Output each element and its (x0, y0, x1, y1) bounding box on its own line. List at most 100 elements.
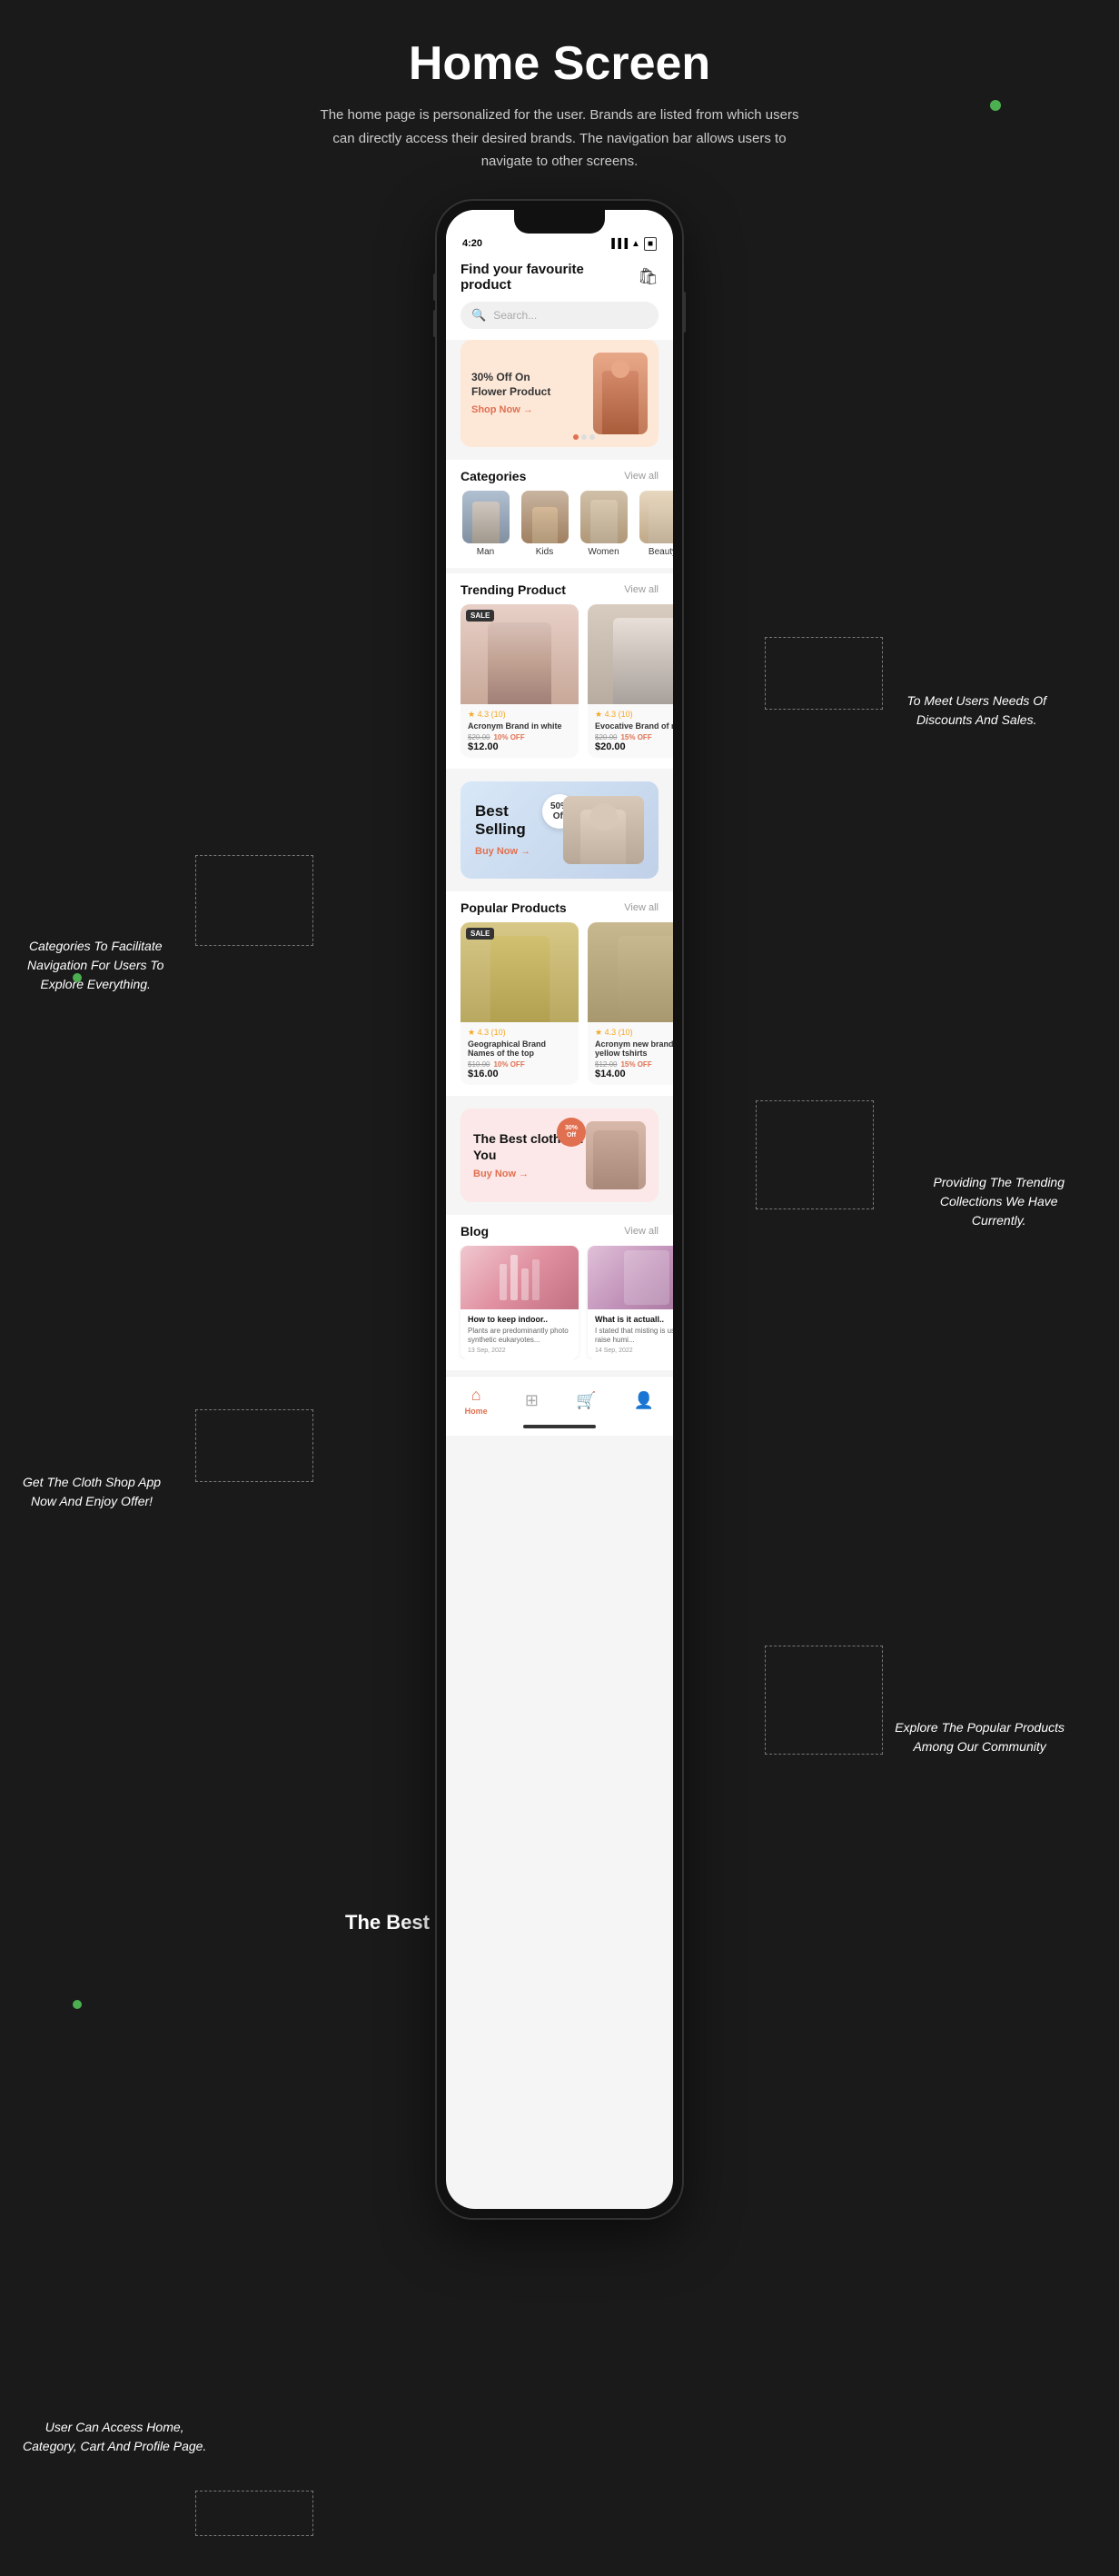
offer-annotation: Get The Cloth Shop AppNow And Enjoy Offe… (23, 1473, 161, 1511)
banner-discount: 30% Off On (471, 371, 550, 385)
best-cloth-banner[interactable]: The Best cloth For You Buy Now → 30% Off (460, 1109, 659, 1202)
blog-view-all[interactable]: View all (624, 1226, 659, 1237)
product-2-original: $20.00 (595, 733, 617, 741)
product-1-original: $20.00 (468, 733, 490, 741)
blog-title: Blog (460, 1224, 489, 1238)
popular-dashed-box (765, 1646, 883, 1755)
blog-2-info: What is it actuall.. I stated that misti… (588, 1309, 673, 1360)
popular-1-name: Geographical Brand Names of the top (468, 1039, 571, 1058)
nav-categories[interactable]: ⊞ (525, 1391, 539, 1410)
search-placeholder: Search... (493, 309, 537, 322)
home-nav-icon: ⌂ (471, 1386, 481, 1405)
popular-2-info: ★ 4.3 (10) Acronym new brand yellow tshi… (588, 1022, 673, 1085)
best-selling-cta[interactable]: Buy Now → (475, 846, 563, 857)
phone-outer: 4:20 ▐▐▐ ▲ ■ Find your favourite product… (437, 201, 682, 2218)
category-kids[interactable]: Kids (520, 491, 569, 557)
banner-product: Flower Product (471, 385, 550, 400)
green-dot-top (990, 100, 1001, 111)
blog-header: Blog View all (446, 1215, 673, 1246)
trending-header: Trending Product View all (446, 573, 673, 604)
blog-2-date: 14 Sep, 2022 (595, 1348, 673, 1354)
sale-badge-1: SALE (466, 610, 494, 622)
trending-product-1[interactable]: SALE ★ 4.3 (10) Acronym Brand in white $… (460, 604, 579, 758)
product-2-name: Evocative Brand of new (595, 721, 673, 731)
green-dot-left-1 (73, 973, 82, 982)
nav-home[interactable]: ⌂ Home (465, 1386, 488, 1416)
category-beauty-label: Beauty (649, 547, 673, 557)
product-1-discount: 10% OFF (493, 733, 524, 741)
blog-1-image (460, 1246, 579, 1309)
popular-header: Popular Products View all (446, 891, 673, 922)
nav-home-label: Home (465, 1407, 488, 1416)
popular-1-price: $16.00 (468, 1069, 571, 1079)
product-2-image (588, 604, 673, 704)
category-man-label: Man (477, 547, 494, 557)
blog-2-title: What is it actuall.. (595, 1315, 673, 1324)
categories-title: Categories (460, 469, 526, 483)
discount-annotation: To Meet Users Needs OfDiscounts And Sale… (906, 691, 1046, 730)
status-icons: ▐▐▐ ▲ ■ (609, 237, 657, 251)
signal-icon: ▐▐▐ (609, 239, 628, 249)
popular-2-price: $14.00 (595, 1069, 673, 1079)
categories-section: Categories View all Man (446, 460, 673, 568)
category-beauty[interactable]: Beauty (638, 491, 673, 557)
product-2-discount: 15% OFF (620, 733, 651, 741)
promo-banner[interactable]: 30% Off On Flower Product Shop Now → (460, 340, 659, 447)
nav-profile[interactable]: 👤 (634, 1391, 654, 1410)
trending-section: Trending Product View all SALE ★ 4.3 (10… (446, 573, 673, 769)
phone-device: 4:20 ▐▐▐ ▲ ■ Find your favourite product… (437, 201, 682, 2554)
product-1-info: ★ 4.3 (10) Acronym Brand in white $20.00… (460, 704, 579, 758)
product-1-stars: ★ 4.3 (10) (468, 710, 571, 720)
popular-product-2[interactable]: ★ 4.3 (10) Acronym new brand yellow tshi… (588, 922, 673, 1085)
popular-products-row: SALE ★ 4.3 (10) Geographical Brand Names… (446, 922, 673, 1085)
popular-product-1[interactable]: SALE ★ 4.3 (10) Geographical Brand Names… (460, 922, 579, 1085)
cart-nav-icon: 🛒 (576, 1391, 596, 1410)
popular-2-name: Acronym new brand yellow tshirts (595, 1039, 673, 1058)
search-icon: 🔍 (471, 308, 486, 323)
blog-1-desc: Plants are predominantly photo synthetic… (468, 1327, 571, 1346)
categories-nav-icon: ⊞ (525, 1391, 539, 1410)
access-dashed-box (195, 2491, 313, 2536)
blog-2-image (588, 1246, 673, 1309)
category-man[interactable]: Man (460, 491, 510, 557)
search-bar[interactable]: 🔍 Search... (460, 302, 659, 329)
nav-cart[interactable]: 🛒 (576, 1391, 596, 1410)
banner-image (593, 353, 648, 434)
popular-view-all[interactable]: View all (624, 902, 659, 913)
product-1-image: SALE (460, 604, 579, 704)
trending-view-all[interactable]: View all (624, 584, 659, 595)
offer-dashed-box (195, 1409, 313, 1482)
blog-section: Blog View all (446, 1215, 673, 1371)
blog-post-1[interactable]: How to keep indoor.. Plants are predomin… (460, 1246, 579, 1360)
popular-2-image (588, 922, 673, 1022)
category-women[interactable]: Women (579, 491, 629, 557)
blog-1-date: 13 Sep, 2022 (468, 1348, 571, 1354)
product-1-price: $12.00 (468, 741, 571, 752)
product-1-name: Acronym Brand in white (468, 721, 571, 731)
trending-product-2[interactable]: ★ 4.3 (10) Evocative Brand of new $20.00… (588, 604, 673, 758)
bottom-nav: ⌂ Home ⊞ 🛒 👤 (446, 1376, 673, 1421)
status-time: 4:20 (462, 238, 482, 249)
search-container: 🔍 Search... (446, 302, 673, 340)
phone-screen[interactable]: 4:20 ▐▐▐ ▲ ■ Find your favourite product… (446, 210, 673, 2209)
best-selling-banner[interactable]: Best Selling Buy Now → 50% Off (460, 781, 659, 879)
blog-2-desc: I stated that misting is useful to raise… (595, 1327, 673, 1346)
banner-content: 30% Off On Flower Product Shop Now → (471, 371, 550, 415)
wifi-icon: ▲ (631, 239, 640, 249)
discount-dashed-box (765, 637, 883, 710)
popular-sale-badge-1: SALE (466, 928, 494, 940)
home-indicator (446, 1421, 673, 1436)
categories-row: Man Kids Women (446, 491, 673, 557)
best-cloth-cta[interactable]: Buy Now → (473, 1169, 586, 1179)
battery-icon: ■ (644, 237, 657, 251)
popular-section: Popular Products View all SALE ★ 4.3 (10… (446, 891, 673, 1096)
product-2-stars: ★ 4.3 (10) (595, 710, 673, 720)
banner-cta[interactable]: Shop Now → (471, 404, 550, 415)
cart-icon[interactable]: 🛍 (638, 267, 659, 286)
product-2-info: ★ 4.3 (10) Evocative Brand of new $20.00… (588, 704, 673, 758)
best-cloth-image (586, 1121, 646, 1189)
blog-post-2[interactable]: What is it actuall.. I stated that misti… (588, 1246, 673, 1360)
category-women-label: Women (588, 547, 619, 557)
categories-view-all[interactable]: View all (624, 471, 659, 482)
popular-title: Popular Products (460, 900, 567, 915)
